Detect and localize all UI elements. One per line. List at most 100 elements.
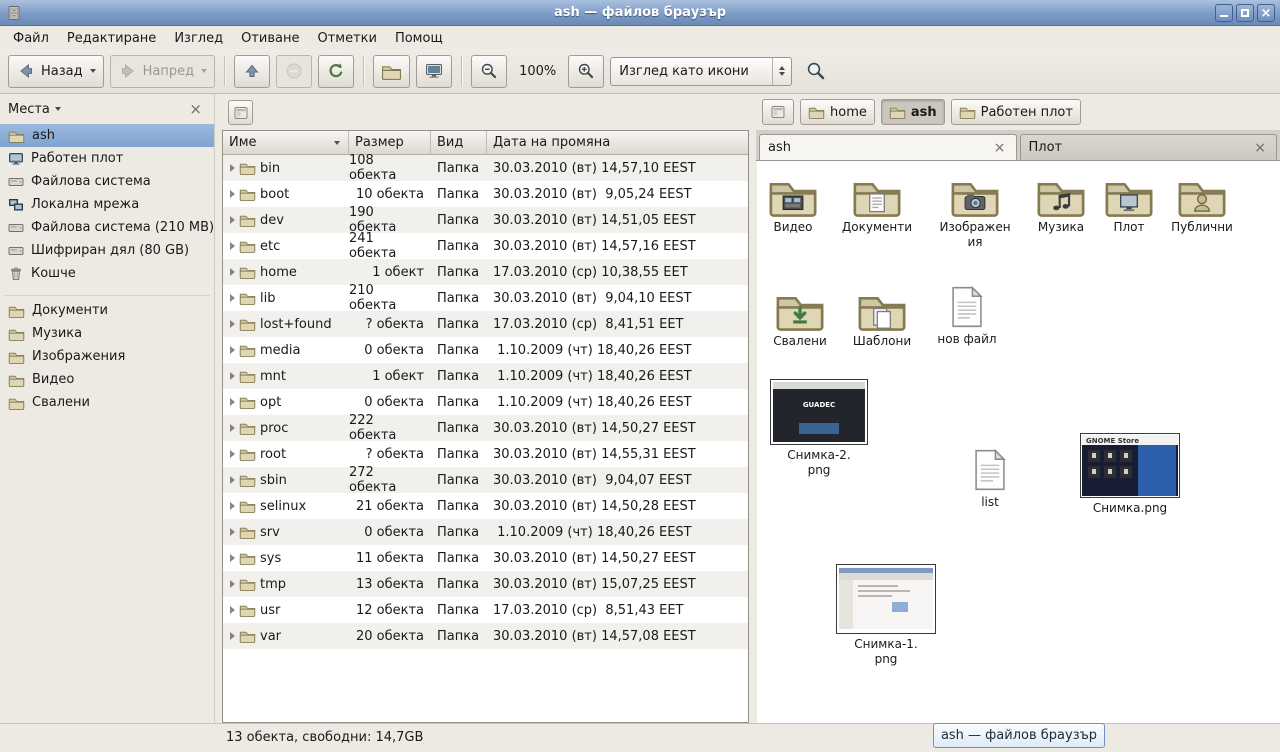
column-header-date[interactable]: Дата на промяна bbox=[487, 131, 748, 155]
menu-item[interactable]: Файл bbox=[4, 29, 58, 48]
places-caret-icon[interactable] bbox=[55, 107, 61, 111]
expander-icon[interactable] bbox=[230, 294, 235, 302]
places-item[interactable]: ash bbox=[0, 124, 214, 147]
back-dropdown-caret-icon[interactable] bbox=[90, 69, 96, 73]
places-item[interactable]: Музика bbox=[0, 322, 214, 345]
table-row[interactable]: mnt1 обектПапка 1.10.2009 (чт) 18,40,26 … bbox=[223, 363, 748, 389]
icon-view-item[interactable]: Документи bbox=[832, 175, 922, 235]
table-row[interactable]: home1 обектПапка17.03.2010 (ср) 10,38,55… bbox=[223, 259, 748, 285]
stop-button[interactable] bbox=[276, 55, 312, 88]
up-button[interactable] bbox=[234, 55, 270, 88]
back-button[interactable]: Назад bbox=[8, 55, 104, 88]
expander-icon[interactable] bbox=[230, 632, 235, 640]
reload-button[interactable] bbox=[318, 55, 354, 88]
menu-item[interactable]: Редактиране bbox=[58, 29, 165, 48]
places-item[interactable]: Локална мрежа bbox=[0, 193, 214, 216]
expander-icon[interactable] bbox=[230, 398, 235, 406]
table-row[interactable]: proc222 обектаПапка30.03.2010 (вт) 14,50… bbox=[223, 415, 748, 441]
places-item[interactable]: Кошче bbox=[0, 262, 214, 285]
expander-icon[interactable] bbox=[230, 554, 235, 562]
computer-button[interactable] bbox=[416, 55, 452, 88]
expander-icon[interactable] bbox=[230, 502, 235, 510]
icon-view-item[interactable]: Снимка-1. png bbox=[841, 564, 931, 667]
table-row[interactable]: bin108 обектаПапка30.03.2010 (вт) 14,57,… bbox=[223, 155, 748, 181]
icon-view-item[interactable]: нов файл bbox=[922, 285, 1012, 347]
places-item[interactable]: Файлова система (210 MB) bbox=[0, 216, 214, 239]
titlebar[interactable]: ash — файлов браузър × bbox=[0, 0, 1280, 26]
expander-icon[interactable] bbox=[230, 606, 235, 614]
table-row[interactable]: usr12 обектаПапка17.03.2010 (ср) 8,51,43… bbox=[223, 597, 748, 623]
expander-icon[interactable] bbox=[230, 528, 235, 536]
expander-icon[interactable] bbox=[230, 242, 235, 250]
column-header-name[interactable]: Име bbox=[223, 131, 349, 155]
table-row[interactable]: selinux21 обектаПапка30.03.2010 (вт) 14,… bbox=[223, 493, 748, 519]
places-close-button[interactable]: × bbox=[185, 102, 206, 117]
places-item[interactable]: Шифриран дял (80 GB) bbox=[0, 239, 214, 262]
column-header-size[interactable]: Размер bbox=[349, 131, 431, 155]
expander-icon[interactable] bbox=[230, 424, 235, 432]
tab[interactable]: Плот× bbox=[1020, 134, 1278, 160]
path-button-root[interactable] bbox=[762, 99, 794, 125]
path-button-Работен плот[interactable]: Работен плот bbox=[951, 99, 1081, 125]
icon-canvas[interactable]: ВидеоДокументиИзображен ияМузикаПлотПубл… bbox=[757, 161, 1280, 723]
icon-view-item[interactable]: GUADECСнимка-2. png bbox=[774, 379, 864, 478]
table-row[interactable]: opt0 обектаПапка 1.10.2009 (чт) 18,40,26… bbox=[223, 389, 748, 415]
pane-location-button[interactable] bbox=[228, 100, 253, 125]
table-row[interactable]: etc241 обектаПапка30.03.2010 (вт) 14,57,… bbox=[223, 233, 748, 259]
icon-view-item[interactable]: list bbox=[945, 448, 1035, 510]
taskbar-window-button[interactable]: ash — файлов браузър bbox=[933, 723, 1105, 748]
table-row[interactable]: root? обектаПапка30.03.2010 (вт) 14,55,3… bbox=[223, 441, 748, 467]
search-button[interactable] bbox=[798, 55, 834, 88]
home-button[interactable] bbox=[373, 55, 410, 88]
expander-icon[interactable] bbox=[230, 164, 235, 172]
tab-close-button[interactable]: × bbox=[1252, 141, 1268, 155]
table-row[interactable]: tmp13 обектаПапка30.03.2010 (вт) 15,07,2… bbox=[223, 571, 748, 597]
table-row[interactable]: sys11 обектаПапка30.03.2010 (вт) 14,50,2… bbox=[223, 545, 748, 571]
forward-button[interactable]: Напред bbox=[110, 55, 215, 88]
expander-icon[interactable] bbox=[230, 450, 235, 458]
expander-icon[interactable] bbox=[230, 320, 235, 328]
expander-icon[interactable] bbox=[230, 190, 235, 198]
expander-icon[interactable] bbox=[230, 580, 235, 588]
expander-icon[interactable] bbox=[230, 216, 235, 224]
menu-item[interactable]: Отметки bbox=[308, 29, 385, 48]
table-row[interactable]: srv0 обектаПапка 1.10.2009 (чт) 18,40,26… bbox=[223, 519, 748, 545]
icon-view-item[interactable]: Свалени bbox=[755, 289, 845, 349]
column-header-type[interactable]: Вид bbox=[431, 131, 487, 155]
table-row[interactable]: boot10 обектаПапка30.03.2010 (вт) 9,05,2… bbox=[223, 181, 748, 207]
view-mode-select[interactable]: Изглед като икони bbox=[610, 57, 792, 86]
table-row[interactable]: var20 обектаПапка30.03.2010 (вт) 14,57,0… bbox=[223, 623, 748, 649]
table-row[interactable]: media0 обектаПапка 1.10.2009 (чт) 18,40,… bbox=[223, 337, 748, 363]
table-row[interactable]: sbin272 обектаПапка30.03.2010 (вт) 9,04,… bbox=[223, 467, 748, 493]
places-item[interactable]: Изображения bbox=[0, 345, 214, 368]
places-item[interactable]: Видео bbox=[0, 368, 214, 391]
close-button[interactable]: × bbox=[1257, 4, 1275, 22]
menu-item[interactable]: Помощ bbox=[386, 29, 452, 48]
table-row[interactable]: dev190 обектаПапка30.03.2010 (вт) 14,51,… bbox=[223, 207, 748, 233]
icon-view-item[interactable]: Видео bbox=[748, 175, 838, 235]
path-button-ash[interactable]: ash bbox=[881, 99, 945, 125]
places-title[interactable]: Места bbox=[8, 102, 50, 117]
zoom-in-button[interactable] bbox=[568, 55, 604, 88]
expander-icon[interactable] bbox=[230, 346, 235, 354]
menu-item[interactable]: Отиване bbox=[232, 29, 308, 48]
icon-view-item[interactable]: Публични bbox=[1157, 175, 1247, 235]
path-button-home[interactable]: home bbox=[800, 99, 875, 125]
maximize-button[interactable] bbox=[1236, 4, 1254, 22]
places-item[interactable]: Работен плот bbox=[0, 147, 214, 170]
expander-icon[interactable] bbox=[230, 476, 235, 484]
tab[interactable]: ash× bbox=[759, 134, 1017, 160]
icon-view-item[interactable]: GNOME StoreСнимка.png bbox=[1085, 433, 1175, 516]
menu-item[interactable]: Изглед bbox=[165, 29, 232, 48]
places-item[interactable]: Свалени bbox=[0, 391, 214, 414]
icon-view-item[interactable]: Изображен ия bbox=[930, 175, 1020, 250]
tab-close-button[interactable]: × bbox=[992, 141, 1008, 155]
places-item[interactable]: Файлова система bbox=[0, 170, 214, 193]
zoom-out-button[interactable] bbox=[471, 55, 507, 88]
icon-view-item[interactable]: Шаблони bbox=[837, 289, 927, 349]
expander-icon[interactable] bbox=[230, 268, 235, 276]
table-row[interactable]: lost+found? обектаПапка17.03.2010 (ср) 8… bbox=[223, 311, 748, 337]
table-row[interactable]: lib210 обектаПапка30.03.2010 (вт) 9,04,1… bbox=[223, 285, 748, 311]
minimize-button[interactable] bbox=[1215, 4, 1233, 22]
expander-icon[interactable] bbox=[230, 372, 235, 380]
